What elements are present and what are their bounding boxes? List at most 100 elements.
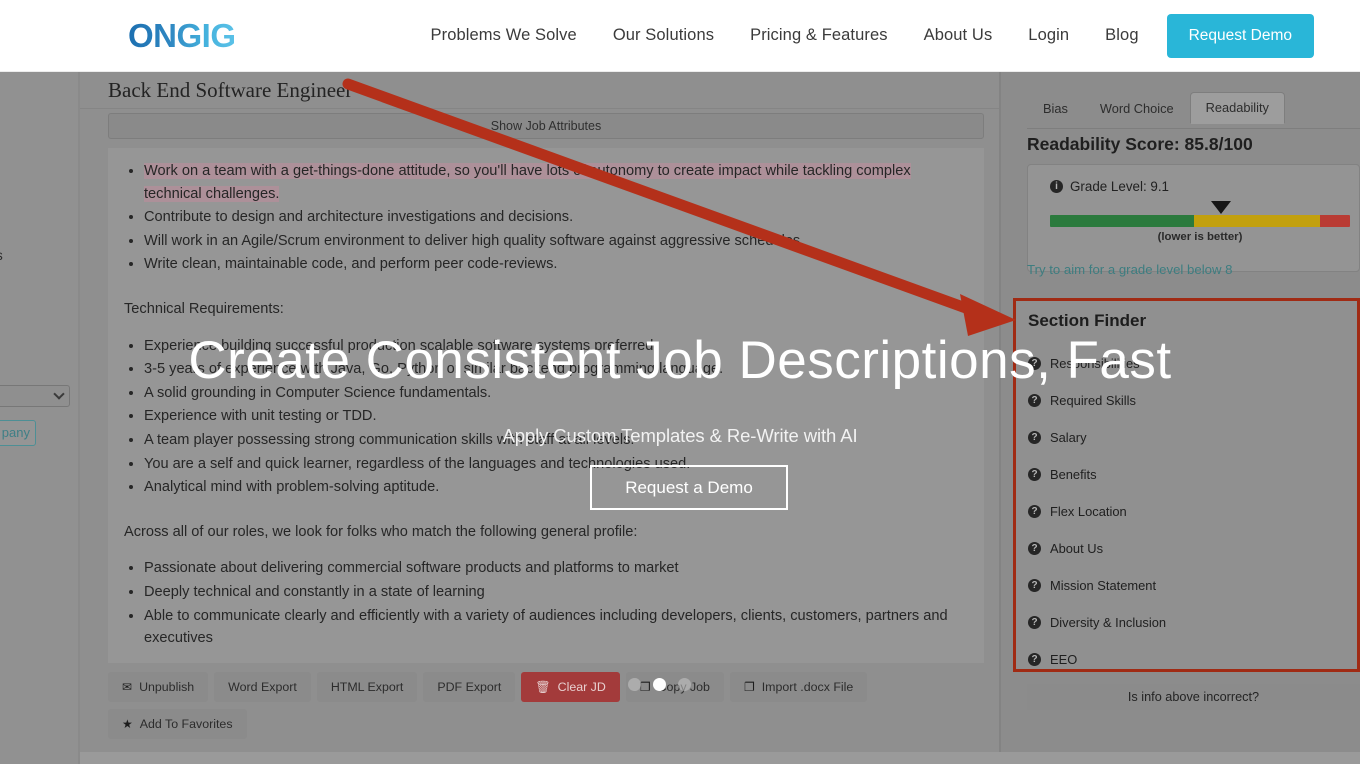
section-item-label: Diversity & Inclusion	[1050, 615, 1167, 630]
section-item-label: Flex Location	[1050, 504, 1127, 519]
list-item: Experience with unit testing or TDD.	[144, 405, 962, 428]
info-icon: ?	[1028, 505, 1041, 518]
gauge-segment-red	[1320, 215, 1350, 227]
is-info-incorrect-button[interactable]: Is info above incorrect?	[1027, 684, 1360, 710]
carousel-indicators	[628, 676, 698, 692]
gauge-segment-green	[1050, 215, 1194, 227]
rail-company-button[interactable]: pany	[0, 420, 36, 446]
readability-score: Readability Score: 85.8/100	[1027, 134, 1253, 154]
clear-jd-label: Clear JD	[557, 680, 606, 694]
carousel-dot-3[interactable]	[678, 677, 691, 691]
analysis-tabs: Bias Word Choice Readability	[1027, 92, 1285, 124]
import-docx-button[interactable]: ❐ Import .docx File	[729, 672, 868, 702]
add-to-favorites-button[interactable]: ★ Add To Favorites	[108, 709, 247, 739]
responsibilities-list: Work on a team with a get-things-done at…	[144, 160, 962, 276]
info-icon: ?	[1028, 542, 1041, 555]
import-docx-label: Import .docx File	[761, 680, 854, 694]
job-description-body[interactable]: Work on a team with a get-things-done at…	[108, 148, 984, 663]
tech-requirements-heading: Technical Requirements:	[124, 300, 284, 317]
grade-level-card: i Grade Level: 9.1 (lower is better)	[1027, 164, 1360, 272]
panel-divider	[999, 72, 1001, 752]
toolbar-row-primary: ✉ Unpublish Word Export HTML Export PDF …	[108, 672, 984, 702]
nav-links: Problems We Solve Our Solutions Pricing …	[431, 26, 1139, 45]
ongig-logo[interactable]: ONGIG	[128, 19, 236, 52]
section-item-required-skills[interactable]: ? Required Skills	[1028, 382, 1348, 419]
nav-link-pricing-features[interactable]: Pricing & Features	[750, 26, 888, 45]
section-item-label: EEO	[1050, 652, 1078, 667]
analysis-panel: Bias Word Choice Readability Readability…	[999, 72, 1360, 752]
gauge-note: (lower is better)	[1157, 231, 1243, 243]
list-item: Work on a team with a get-things-done at…	[144, 160, 962, 205]
section-item-eeo[interactable]: ? EEO	[1028, 641, 1348, 678]
tech-requirements-list: Experience building successful productio…	[144, 335, 962, 499]
title-divider	[80, 108, 999, 109]
word-export-button[interactable]: Word Export	[214, 672, 311, 702]
toolbar-row-secondary: ★ Add To Favorites	[108, 709, 984, 739]
overlay-request-demo-button[interactable]: Request a Demo	[590, 465, 788, 510]
grade-level-tip[interactable]: Try to aim for a grade level below 8	[1027, 262, 1232, 277]
request-demo-button[interactable]: Request Demo	[1166, 13, 1314, 58]
section-item-label: Salary	[1050, 430, 1087, 445]
gauge-marker-icon	[1211, 201, 1231, 214]
tab-readability[interactable]: Readability	[1189, 92, 1285, 124]
nav-link-our-solutions[interactable]: Our Solutions	[613, 26, 714, 45]
responsibility-1: Contribute to design and architecture in…	[144, 209, 574, 226]
star-icon: ★	[122, 717, 133, 731]
list-item: You are a self and quick learner, regard…	[144, 453, 962, 476]
section-item-flex-location[interactable]: ? Flex Location	[1028, 493, 1348, 530]
html-export-button[interactable]: HTML Export	[316, 672, 418, 702]
section-finder-panel: Section Finder ? Responsibilities ? Requ…	[1013, 298, 1360, 672]
section-item-label: Required Skills	[1050, 393, 1136, 408]
section-item-about-us[interactable]: ? About Us	[1028, 530, 1348, 567]
nav-link-problems-we-solve[interactable]: Problems We Solve	[431, 26, 577, 45]
tab-word-choice[interactable]: Word Choice	[1084, 93, 1190, 124]
section-item-label: Benefits	[1050, 467, 1097, 482]
section-item-mission-statement[interactable]: ? Mission Statement	[1028, 567, 1348, 604]
pdf-export-button[interactable]: PDF Export	[423, 672, 516, 702]
general-profile-heading: Across all of our roles, we look for fol…	[124, 523, 638, 540]
info-icon: ?	[1028, 653, 1041, 666]
list-item: Experience building successful productio…	[144, 335, 962, 358]
info-icon: ?	[1028, 357, 1041, 370]
import-file-icon: ❐	[743, 680, 755, 694]
info-icon[interactable]: i	[1050, 180, 1063, 193]
list-item: A team player possessing strong communic…	[144, 429, 962, 452]
section-item-salary[interactable]: ? Salary	[1028, 419, 1348, 456]
left-sidebar-rail: ry ary? s y Words any pany	[0, 72, 80, 764]
section-item-label: About Us	[1050, 541, 1104, 556]
nav-link-login[interactable]: Login	[1028, 26, 1069, 45]
clear-jd-button[interactable]: 🗑 Clear JD	[521, 672, 620, 702]
nav-link-about-us[interactable]: About Us	[924, 26, 993, 45]
carousel-dot-2[interactable]	[653, 677, 666, 691]
grade-level-label: i Grade Level: 9.1	[1050, 179, 1169, 194]
gauge-segment-yellow	[1194, 215, 1320, 227]
responsibility-2: Will work in an Agile/Scrum environment …	[144, 232, 805, 249]
list-item: Able to communicate clearly and efficien…	[144, 605, 962, 650]
section-finder-title: Section Finder	[1028, 311, 1147, 330]
list-item: A solid grounding in Computer Science fu…	[144, 382, 962, 405]
section-item-label: Mission Statement	[1050, 578, 1157, 593]
rail-dropdown-select[interactable]	[0, 385, 70, 407]
job-title: Back End Software Engineer	[108, 78, 353, 102]
carousel-dot-1[interactable]	[628, 677, 641, 691]
show-job-attributes-bar[interactable]: Show Job Attributes	[108, 113, 984, 139]
section-item-responsibilities[interactable]: ? Responsibilities	[1028, 345, 1348, 382]
list-item: Analytical mind with problem-solving apt…	[144, 476, 962, 499]
info-icon: ?	[1028, 616, 1041, 629]
section-item-label: Responsibilities	[1050, 356, 1140, 371]
nav-link-blog[interactable]: Blog	[1105, 26, 1138, 45]
top-navigation-bar: ONGIG Problems We Solve Our Solutions Pr…	[0, 0, 1360, 72]
app-screenshot-background: ry ary? s y Words any pany Back End Soft…	[0, 72, 1360, 764]
section-item-benefits[interactable]: ? Benefits	[1028, 456, 1348, 493]
list-item: Contribute to design and architecture in…	[144, 206, 962, 229]
list-item: Passionate about delivering commercial s…	[144, 557, 962, 580]
responsibility-0: Work on a team with a get-things-done at…	[144, 163, 911, 202]
info-icon: ?	[1028, 394, 1041, 407]
list-item: Deeply technical and constantly in a sta…	[144, 581, 962, 604]
info-icon: ?	[1028, 431, 1041, 444]
section-item-diversity-inclusion[interactable]: ? Diversity & Inclusion	[1028, 604, 1348, 641]
tab-bias[interactable]: Bias	[1027, 93, 1084, 124]
unpublish-button[interactable]: ✉ Unpublish	[108, 672, 209, 702]
unpublish-label: Unpublish	[139, 680, 195, 694]
info-icon: ?	[1028, 468, 1041, 481]
